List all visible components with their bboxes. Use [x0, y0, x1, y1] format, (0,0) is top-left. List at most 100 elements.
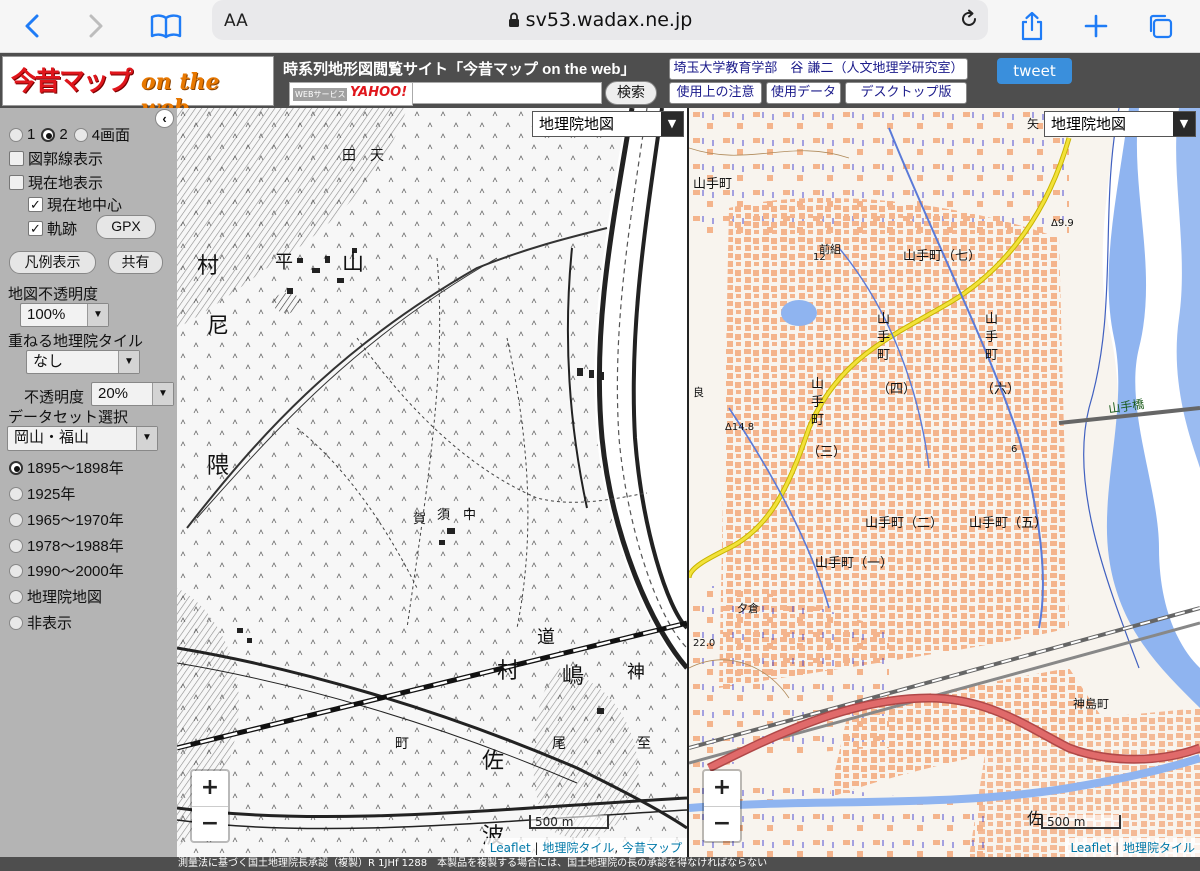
zoom-out-button[interactable]: −: [192, 807, 228, 842]
opacity-select[interactable]: 100% ▼: [20, 303, 109, 327]
logo-jp-text: 今昔マップ: [11, 67, 133, 97]
track-checkbox[interactable]: ✓: [28, 221, 43, 236]
svg-text:町: 町: [811, 413, 824, 428]
share-icon[interactable]: [1012, 6, 1052, 46]
overlay-opacity-select[interactable]: 20% ▼: [91, 382, 174, 406]
map-label: 天: [370, 148, 384, 164]
svg-text:（四）: （四）: [877, 382, 916, 397]
left-scale-bar: 500 m: [529, 815, 609, 829]
gsi-tile-link[interactable]: 地理院タイル: [1123, 841, 1195, 855]
konjaku-map-link[interactable]: 今昔マップ: [622, 841, 682, 855]
spot-height: 6: [1011, 444, 1017, 455]
desktop-version-button[interactable]: デスクトップ版: [845, 82, 967, 104]
overlay-label: 重ねる地理院タイル: [8, 333, 144, 350]
current-location-checkbox[interactable]: [9, 175, 24, 190]
new-tab-icon[interactable]: [1076, 6, 1116, 46]
screen-4-radio[interactable]: [73, 127, 88, 142]
usage-notes-button[interactable]: 使用上の注意: [669, 82, 762, 104]
center-checkbox[interactable]: ✓: [28, 197, 43, 212]
era-radio[interactable]: [9, 486, 23, 501]
era-radio[interactable]: [9, 538, 23, 553]
yahoo-badge-brand: YAHOO!: [350, 85, 408, 100]
address-bar[interactable]: AA sv53.wadax.ne.jp: [212, 0, 988, 40]
modern-map-drawing: 山手町 山手町（七） 前組 山手町（四） 山手町（六） 山手町（三） 山手町（二…: [689, 108, 1200, 857]
zoom-in-button[interactable]: +: [192, 771, 228, 807]
usage-data-button[interactable]: 使用データ: [766, 82, 841, 104]
map-label: 佐: [482, 749, 504, 774]
era-radio[interactable]: [9, 589, 23, 604]
share-button[interactable]: 共有: [108, 251, 163, 274]
era-row[interactable]: 1925年: [9, 483, 75, 504]
tweet-button[interactable]: tweet: [997, 58, 1072, 84]
center-row[interactable]: ✓ 現在地中心: [28, 194, 122, 215]
graticule-row[interactable]: 図郭線表示: [9, 148, 103, 169]
legend-button[interactable]: 凡例表示: [9, 251, 96, 274]
era-row[interactable]: 1965〜1970年: [9, 509, 124, 530]
leaflet-link[interactable]: Leaflet: [1070, 841, 1111, 855]
spot-height: 22.0: [693, 638, 715, 649]
historic-map-pane[interactable]: 田 天 村 山 平 尼 隈 賀 須 中 道 村 嶋 神 町 佐 波 尾 至 地理…: [177, 108, 687, 857]
collapse-panel-icon[interactable]: ‹: [155, 109, 174, 128]
gsi-tile-link[interactable]: 地理院タイル: [542, 841, 614, 855]
current-location-row[interactable]: 現在地表示: [9, 172, 103, 193]
map-label: 平: [275, 252, 293, 273]
screen-2-radio[interactable]: [41, 127, 56, 142]
era-row[interactable]: 1978〜1988年: [9, 535, 124, 556]
forward-icon[interactable]: [76, 6, 116, 46]
era-row[interactable]: 地理院地図: [9, 586, 102, 607]
svg-text:手: 手: [877, 330, 890, 345]
opacity-label: 地図不透明度: [8, 286, 99, 303]
graticule-label: 図郭線表示: [28, 151, 104, 168]
overlay-select[interactable]: なし ▼: [26, 350, 140, 374]
back-icon[interactable]: [12, 6, 52, 46]
graticule-checkbox[interactable]: [9, 151, 24, 166]
chevron-down-icon: ▼: [1173, 112, 1195, 136]
left-map-layer-select[interactable]: 地理院地図 ▼: [532, 111, 684, 137]
era-row[interactable]: 非表示: [9, 612, 72, 633]
era-label: 1990〜2000年: [27, 563, 124, 580]
map-label: 神: [627, 662, 645, 683]
map-label: 山手町（二）: [865, 516, 943, 531]
gpx-button[interactable]: GPX: [96, 215, 156, 239]
era-radio[interactable]: [9, 615, 23, 630]
bookmarks-icon[interactable]: [146, 6, 186, 46]
era-radio[interactable]: [9, 460, 23, 475]
era-radio[interactable]: [9, 563, 23, 578]
dataset-select[interactable]: 岡山・福山 ▼: [7, 426, 158, 451]
historic-map-drawing: 田 天 村 山 平 尼 隈 賀 須 中 道 村 嶋 神 町 佐 波 尾 至: [177, 108, 687, 857]
modern-map-pane[interactable]: 山手町 山手町（七） 前組 山手町（四） 山手町（六） 山手町（三） 山手町（二…: [689, 108, 1200, 857]
reload-icon[interactable]: [958, 8, 980, 34]
screen-1-radio[interactable]: [9, 127, 23, 142]
site-title: 時系列地形図閲覧サイト「今昔マップ on the web」: [283, 61, 636, 78]
track-label: 軌跡: [47, 221, 78, 238]
era-radio[interactable]: [9, 512, 23, 527]
dataset-value: 岡山・福山: [14, 429, 90, 446]
tabs-overview-icon[interactable]: [1140, 6, 1180, 46]
zoom-out-button[interactable]: −: [704, 807, 740, 842]
author-link[interactable]: 埼玉大学教育学部 谷 謙二（人文地理学研究室）: [669, 58, 968, 80]
track-row[interactable]: ✓ 軌跡: [28, 218, 77, 239]
screen-2-label: 2: [59, 126, 68, 143]
era-label: 1895〜1898年: [27, 460, 124, 477]
right-map-layer-value: 地理院地図: [1051, 115, 1127, 133]
leaflet-link[interactable]: Leaflet: [490, 841, 531, 855]
yahoo-search-badge[interactable]: WEBサービス YAHOO!: [289, 82, 413, 106]
left-zoom-control: + −: [190, 769, 230, 843]
map-label: 道: [537, 627, 555, 648]
search-button[interactable]: 検索: [605, 81, 657, 105]
url-text: sv53.wadax.ne.jp: [525, 9, 693, 31]
site-logo[interactable]: 今昔マップ on the web: [2, 56, 274, 121]
survey-law-notice: 測量法に基づく国土地理院長承認（複製）R 1JHf 1288 本製品を複製する場…: [0, 857, 1200, 871]
current-location-label: 現在地表示: [28, 175, 104, 192]
era-row[interactable]: 1990〜2000年: [9, 560, 124, 581]
right-map-layer-select[interactable]: 地理院地図 ▼: [1044, 111, 1196, 137]
place-search-input[interactable]: [412, 82, 602, 104]
map-label: 村: [197, 254, 219, 279]
zoom-in-button[interactable]: +: [704, 771, 740, 807]
svg-text:（六）: （六）: [981, 382, 1020, 397]
screen-count-group: 1 2 4画面: [9, 124, 130, 145]
era-label: 非表示: [27, 615, 73, 632]
era-row[interactable]: 1895〜1898年: [9, 457, 124, 478]
map-label: 至: [637, 736, 651, 752]
map-label: 嶋: [562, 664, 584, 689]
